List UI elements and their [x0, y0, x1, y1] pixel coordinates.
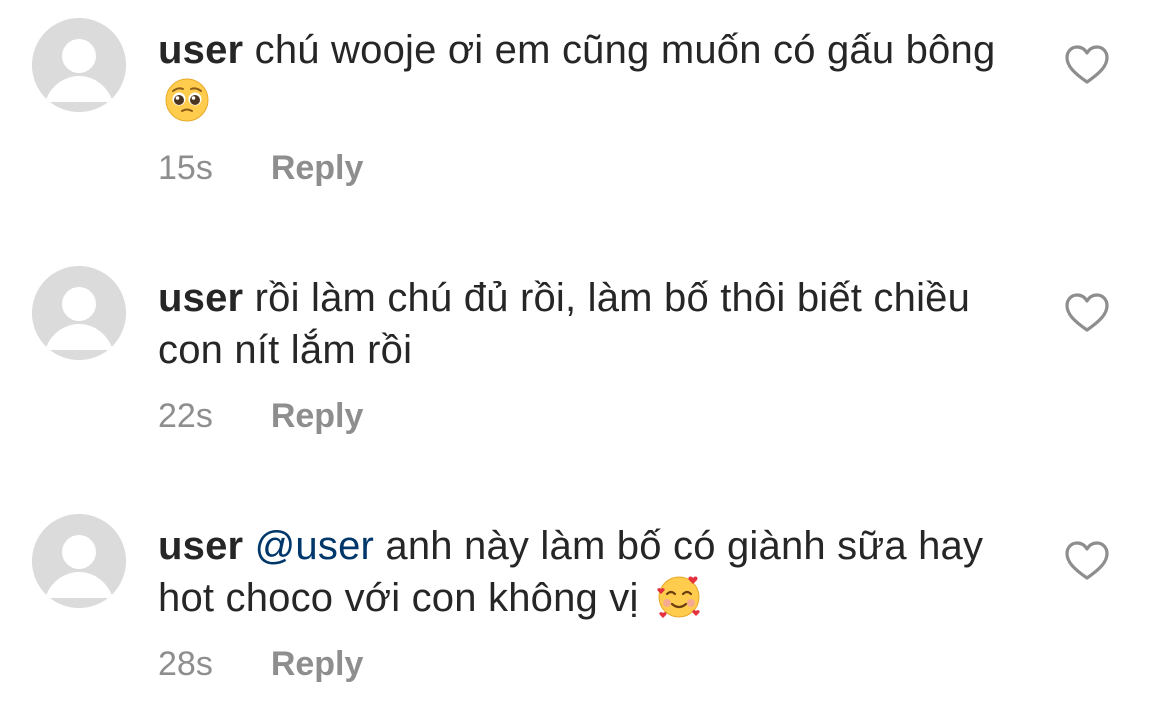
comment-message: rồi làm chú đủ rồi, làm bố thôi biết chi…	[158, 276, 971, 372]
reply-button[interactable]: Reply	[271, 644, 364, 684]
comment-body: user @user anh này làm bố có giành sữa h…	[158, 520, 1018, 684]
comment-item: user @user anh này làm bố có giành sữa h…	[0, 514, 1170, 714]
reply-button[interactable]: Reply	[271, 148, 364, 188]
comment-timestamp: 22s	[158, 397, 213, 435]
avatar-placeholder-icon	[32, 18, 126, 112]
username-link[interactable]: user	[158, 276, 243, 320]
comment-item: user chú wooje ơi em cũng muốn có gấu bô…	[0, 18, 1170, 218]
comment-text: user rồi làm chú đủ rồi, làm bố thôi biế…	[158, 272, 1018, 376]
avatar-placeholder-icon	[32, 514, 126, 608]
comment-message: chú wooje ơi em cũng muốn có gấu bông	[254, 28, 996, 72]
heart-outline-icon[interactable]	[1064, 44, 1110, 86]
username-link[interactable]: user	[158, 28, 243, 72]
mention-link[interactable]: @user	[255, 524, 374, 568]
heart-outline-icon[interactable]	[1064, 292, 1110, 334]
avatar[interactable]	[32, 18, 126, 112]
username-link[interactable]: user	[158, 524, 243, 568]
avatar-placeholder-icon	[32, 266, 126, 360]
comment-body: user rồi làm chú đủ rồi, làm bố thôi biế…	[158, 272, 1018, 436]
comment-meta: 28s Reply	[158, 644, 1018, 684]
comment-meta: 15s Reply	[158, 148, 1018, 188]
heart-outline-icon[interactable]	[1064, 540, 1110, 582]
avatar[interactable]	[32, 266, 126, 360]
comment-item: user rồi làm chú đủ rồi, làm bố thôi biế…	[0, 266, 1170, 466]
smiling-face-with-hearts-emoji-icon	[657, 576, 700, 618]
comment-timestamp: 28s	[158, 645, 213, 683]
comment-text: user @user anh này làm bố có giành sữa h…	[158, 520, 1018, 624]
comment-text: user chú wooje ơi em cũng muốn có gấu bô…	[158, 24, 1018, 128]
comment-meta: 22s Reply	[158, 396, 1018, 436]
pleading-face-emoji-icon	[165, 78, 209, 122]
reply-button[interactable]: Reply	[271, 396, 364, 436]
comment-timestamp: 15s	[158, 149, 213, 187]
comment-body: user chú wooje ơi em cũng muốn có gấu bô…	[158, 24, 1018, 188]
avatar[interactable]	[32, 514, 126, 608]
